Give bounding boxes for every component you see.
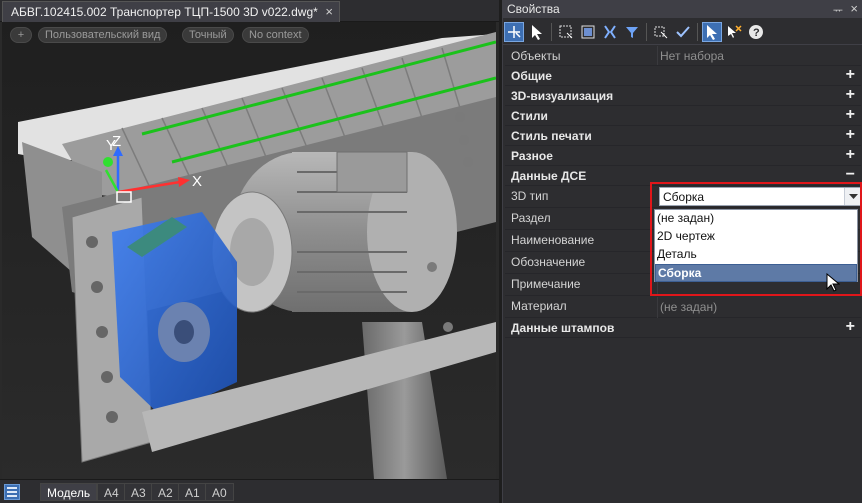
expand-icon[interactable]: + <box>846 318 855 336</box>
layout-tab-a3[interactable]: A3 <box>124 483 153 501</box>
category-misc[interactable]: Разное + <box>505 146 861 166</box>
layout-tab-a1[interactable]: A1 <box>178 483 207 501</box>
check-select-icon[interactable] <box>673 22 693 42</box>
objects-label: Объекты <box>511 49 561 63</box>
quick-select-icon[interactable] <box>600 22 620 42</box>
property-row-material: Материал (не задан) <box>505 296 861 318</box>
layout-tab-bar: Модель A4 A3 A2 A1 A0 <box>0 479 499 503</box>
expand-icon[interactable]: + <box>846 126 855 144</box>
deselect-icon[interactable] <box>724 22 744 42</box>
3d-type-label: 3D тип <box>511 189 549 203</box>
layout-tab-a0[interactable]: A0 <box>205 483 234 501</box>
name-label: Наименование <box>511 233 595 247</box>
close-panel-icon[interactable]: × <box>850 1 858 16</box>
material-label: Материал <box>511 299 567 313</box>
category-print-style[interactable]: Стиль печати + <box>505 126 861 146</box>
layout-menu-icon[interactable] <box>4 484 20 500</box>
properties-title-bar: Свойства ᅲ × <box>503 0 862 18</box>
filter-icon[interactable] <box>622 22 642 42</box>
close-document-icon[interactable]: × <box>325 4 333 19</box>
view-mode-pill[interactable]: Пользовательский вид <box>38 27 168 43</box>
layout-tab-a2[interactable]: A2 <box>151 483 180 501</box>
select-similar-icon[interactable] <box>651 22 671 42</box>
objects-value: Нет набора <box>657 46 861 65</box>
designation-label: Обозначение <box>511 255 586 269</box>
note-label: Примечание <box>511 277 581 291</box>
svg-text:Z: Z <box>112 133 121 150</box>
pickadd-icon[interactable] <box>504 22 524 42</box>
add-viewport-button[interactable]: + <box>10 27 32 43</box>
svg-text:X: X <box>192 173 202 190</box>
layout-tab-a4[interactable]: A4 <box>97 483 126 501</box>
select-cursor-icon[interactable] <box>527 22 547 42</box>
expand-icon[interactable]: + <box>846 86 855 104</box>
properties-toolbar: ? <box>503 19 862 45</box>
document-tab-title: АБВГ.102415.002 Транспортер ТЦП-1500 3D … <box>11 5 318 19</box>
category-general[interactable]: Общие + <box>505 66 861 86</box>
category-stamp-data[interactable]: Данные штампов + <box>505 318 861 338</box>
document-tab[interactable]: АБВГ.102415.002 Транспортер ТЦП-1500 3D … <box>2 1 340 22</box>
select-all-icon[interactable] <box>578 22 598 42</box>
context-pill[interactable]: No context <box>242 27 309 43</box>
expand-icon[interactable]: + <box>846 146 855 164</box>
drawing-area: АБВГ.102415.002 Транспортер ТЦП-1500 3D … <box>0 0 499 503</box>
window-select-icon[interactable] <box>556 22 576 42</box>
section-label: Раздел <box>511 211 551 225</box>
help-icon[interactable]: ? <box>746 22 766 42</box>
3d-viewport[interactable]: Y Z X + Пользовательский вид Точный No c… <box>2 22 496 479</box>
svg-text:?: ? <box>753 27 760 39</box>
3d-model-scene: Y Z X <box>2 22 496 479</box>
properties-title: Свойства <box>507 2 560 16</box>
objects-row: Объекты Нет набора <box>505 46 861 66</box>
material-value[interactable]: (не задан) <box>657 297 861 318</box>
expand-icon[interactable]: + <box>846 106 855 124</box>
pointer-mode-icon[interactable] <box>702 22 722 42</box>
category-styles[interactable]: Стили + <box>505 106 861 126</box>
precision-pill[interactable]: Точный <box>182 27 234 43</box>
layout-tab-model[interactable]: Модель <box>40 483 98 501</box>
mouse-cursor-icon <box>826 273 840 292</box>
category-3d-visualization[interactable]: 3D-визуализация + <box>505 86 861 106</box>
document-tab-strip: АБВГ.102415.002 Транспортер ТЦП-1500 3D … <box>0 0 499 22</box>
pin-icon[interactable]: ᅲ <box>833 2 843 18</box>
expand-icon[interactable]: + <box>846 66 855 84</box>
